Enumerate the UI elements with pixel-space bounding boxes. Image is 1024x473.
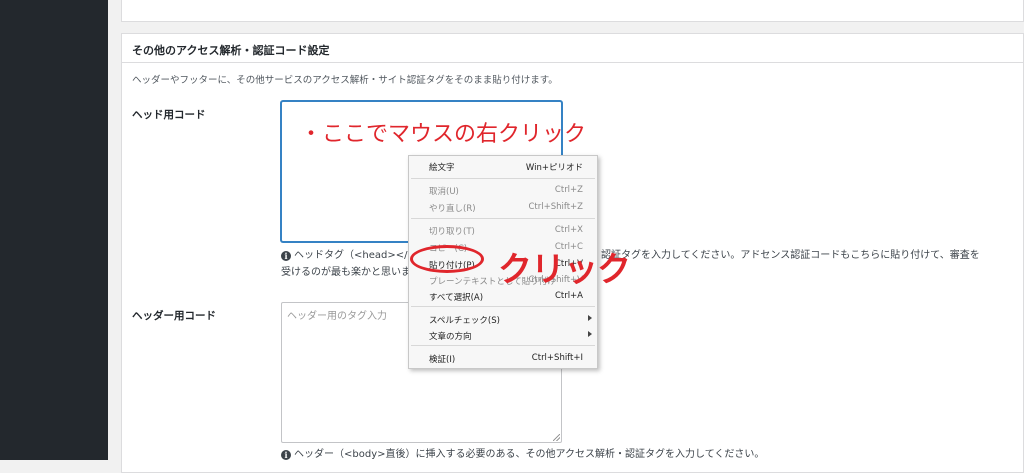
menu-item-select-all[interactable]: すべて選択(A) Ctrl+A bbox=[409, 289, 597, 303]
header-code-help: i ヘッダー（<body>直後）に挿入する必要のある、その他アクセス解析・認証タグ… bbox=[281, 446, 764, 463]
chevron-right-icon bbox=[588, 331, 592, 337]
header-code-help-text: ヘッダー（<body>直後）に挿入する必要のある、その他アクセス解析・認証タグを… bbox=[294, 449, 765, 460]
annotation-highlight-circle bbox=[410, 245, 484, 273]
info-circle-icon: i bbox=[281, 450, 291, 460]
chevron-right-icon bbox=[588, 315, 592, 321]
panel-description: ヘッダーやフッターに、その他サービスのアクセス解析・サイト認証タグをそのまま貼り… bbox=[132, 75, 558, 86]
admin-sidebar bbox=[0, 0, 108, 460]
panel-title: その他のアクセス解析・認証コード設定 bbox=[132, 44, 330, 57]
menu-separator bbox=[411, 218, 595, 219]
menu-item-emoji[interactable]: 絵文字 Win+ピリオド bbox=[409, 159, 597, 173]
menu-separator bbox=[411, 345, 595, 346]
head-code-help-text-left: ヘッドタグ（<head></hea bbox=[294, 250, 427, 261]
header-code-label: ヘッダー用コード bbox=[132, 310, 216, 322]
menu-item-text-direction[interactable]: 文章の方向 bbox=[409, 328, 597, 342]
menu-separator bbox=[411, 178, 595, 179]
resize-handle-icon[interactable] bbox=[553, 434, 560, 441]
info-circle-icon: i bbox=[281, 251, 291, 261]
panel-header: その他のアクセス解析・認証コード設定 bbox=[122, 34, 1023, 63]
head-code-label: ヘッド用コード bbox=[132, 109, 206, 121]
menu-separator bbox=[411, 306, 595, 307]
annotation-right-click-instruction: ・ここでマウスの右クリック bbox=[300, 122, 587, 147]
menu-item-redo[interactable]: やり直し(R) Ctrl+Shift+Z bbox=[409, 200, 597, 214]
menu-item-cut[interactable]: 切り取り(T) Ctrl+X bbox=[409, 223, 597, 237]
head-code-help-text-line2: 受けるのが最も楽かと思いま bbox=[281, 267, 411, 278]
head-code-help: i ヘッドタグ（<head></hea ス解析・認証タグを入力してください。アドセ… bbox=[281, 247, 1021, 281]
menu-item-inspect[interactable]: 検証(I) Ctrl+Shift+I bbox=[409, 351, 597, 365]
menu-item-spellcheck[interactable]: スペルチェック(S) bbox=[409, 312, 597, 326]
menu-item-undo[interactable]: 取消(U) Ctrl+Z bbox=[409, 183, 597, 197]
annotation-click-label: クリック bbox=[498, 250, 631, 290]
previous-settings-panel bbox=[121, 0, 1024, 22]
header-code-placeholder: ヘッダー用のタグ入力 bbox=[287, 311, 387, 322]
